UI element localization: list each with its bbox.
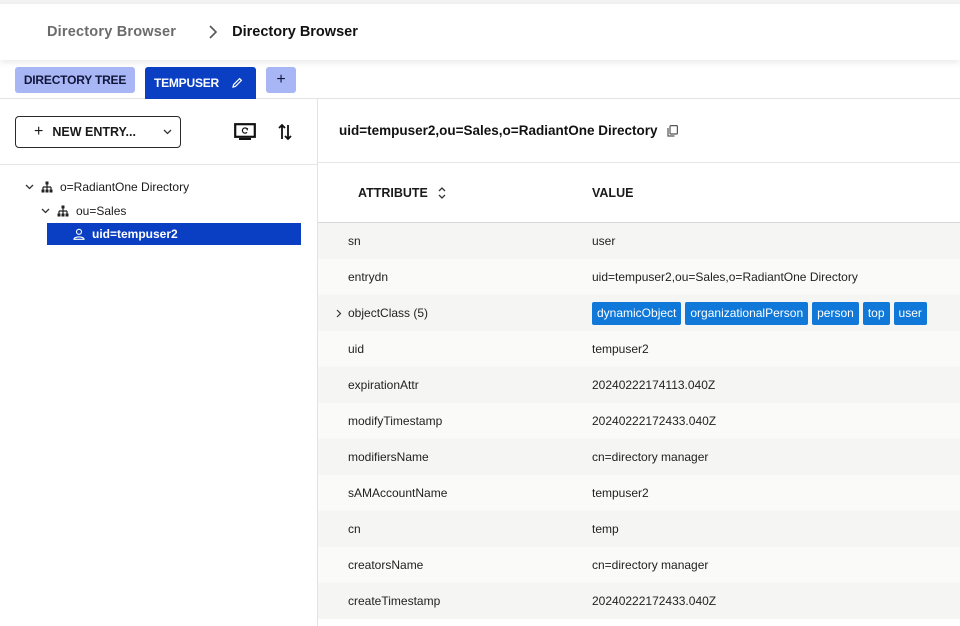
table-row[interactable]: uid tempuser2 [318,331,960,367]
attribute-name: createTimestamp [348,594,441,608]
tree-toolbar: + NEW ENTRY... [0,99,317,165]
plus-icon: + [276,71,286,88]
attribute-value: cn=directory manager [592,450,709,464]
objectclass-chip[interactable]: dynamicObject [592,301,682,325]
tree-node-label: uid=tempuser2 [92,227,178,241]
chevron-right-icon[interactable] [336,309,348,318]
attribute-value: 20240222174113.040Z [592,378,716,392]
chevron-right-icon [208,25,218,39]
main-body: + NEW ENTRY... o=RadiantOne Directory ou… [0,99,960,626]
entry-panel: uid=tempuser2,ou=Sales,o=RadiantOne Dire… [318,99,960,626]
tree-panel: + NEW ENTRY... o=RadiantOne Directory ou… [0,99,318,626]
attribute-name: cn [348,522,361,536]
entry-dn-bar: uid=tempuser2,ou=Sales,o=RadiantOne Dire… [318,99,960,163]
attribute-name: sn [348,234,361,248]
tree-node-label: ou=Sales [76,204,127,218]
tab-label: DIRECTORY TREE [23,73,127,87]
chevron-down-icon [163,129,172,135]
table-row[interactable]: sn user [318,223,960,259]
add-tab-button[interactable]: + [266,67,296,93]
new-entry-label: NEW ENTRY... [52,124,136,139]
header: Directory Browser Directory Browser [0,4,960,60]
table-row[interactable]: cn temp [318,511,960,547]
copy-icon[interactable] [667,124,679,137]
new-entry-button[interactable]: + NEW ENTRY... [15,115,181,148]
tab-tempuser[interactable]: TEMPUSER [145,67,256,99]
column-header-attribute[interactable]: ATTRIBUTE [318,186,592,200]
tab-directory-tree[interactable]: DIRECTORY TREE [15,67,135,93]
attribute-value: temp [592,522,619,536]
objectclass-chips: dynamicObject organizationalPerson perso… [592,301,931,325]
entry-dn: uid=tempuser2,ou=Sales,o=RadiantOne Dire… [339,123,658,138]
pencil-icon[interactable] [231,77,243,89]
attribute-name: uid [348,342,365,356]
attribute-value: 20240222172433.040Z [592,594,717,608]
objectclass-chip[interactable]: user [893,301,927,325]
table-row[interactable]: createTimestamp 20240222172433.040Z [318,583,960,619]
chevron-down-icon[interactable] [23,184,35,190]
column-label: ATTRIBUTE [358,185,428,200]
table-row[interactable]: entrydn uid=tempuser2,ou=Sales,o=Radiant… [318,259,960,295]
attribute-value: tempuser2 [592,486,649,500]
column-header-value: VALUE [592,186,633,200]
table-row[interactable]: modifyTimestamp 20240222172433.040Z [318,403,960,439]
table-row[interactable]: creatorsName cn=directory manager [318,547,960,583]
table-row[interactable]: objectClass (5) dynamicObject organizati… [318,295,960,331]
table-row[interactable]: expirationAttr 20240222174113.040Z [318,367,960,403]
tree-node-sales[interactable]: ou=Sales [0,199,317,223]
attribute-value: cn=directory manager [592,558,709,572]
tree-node-label: o=RadiantOne Directory [60,180,190,194]
tab-label: TEMPUSER [153,76,220,90]
objectclass-chip[interactable]: person [812,301,859,325]
user-icon [73,228,85,240]
tab-bar: DIRECTORY TREE TEMPUSER + [0,60,960,99]
attribute-name: modifyTimestamp [348,414,443,428]
attribute-value: user [592,234,616,248]
attribute-name: objectClass (5) [348,306,429,320]
attribute-value: 20240222172433.040Z [592,414,717,428]
table-row[interactable]: sAMAccountName tempuser2 [318,475,960,511]
tree-node-tempuser2[interactable]: uid=tempuser2 [47,223,301,245]
org-tree-icon [57,205,69,217]
directory-tree: o=RadiantOne Directory ou=Sales uid=temp… [0,165,317,245]
table-row[interactable]: modifiersName cn=directory manager [318,439,960,475]
column-label: VALUE [592,185,634,200]
attribute-value: tempuser2 [592,342,649,356]
attribute-table: sn user entrydn uid=tempuser2,ou=Sales,o… [318,223,960,619]
attribute-name: sAMAccountName [348,486,448,500]
attribute-name: entrydn [348,270,389,284]
plus-icon: + [34,122,44,140]
chevron-down-icon[interactable] [39,208,51,214]
attribute-name: creatorsName [348,558,424,572]
org-tree-icon [41,181,53,193]
attribute-value: uid=tempuser2,ou=Sales,o=RadiantOne Dire… [592,270,858,284]
sort-icon[interactable] [438,186,446,200]
attribute-name: modifiersName [348,450,429,464]
breadcrumb-current: Directory Browser [232,24,358,40]
attribute-name: expirationAttr [348,378,419,392]
tree-node-root[interactable]: o=RadiantOne Directory [0,175,317,199]
table-header: ATTRIBUTE VALUE [318,163,960,223]
sort-arrows-icon[interactable] [272,119,298,145]
breadcrumb-parent[interactable]: Directory Browser [47,24,176,40]
objectclass-chip[interactable]: organizationalPerson [685,301,809,325]
objectclass-chip[interactable]: top [862,301,890,325]
monitor-refresh-icon[interactable] [232,119,258,145]
